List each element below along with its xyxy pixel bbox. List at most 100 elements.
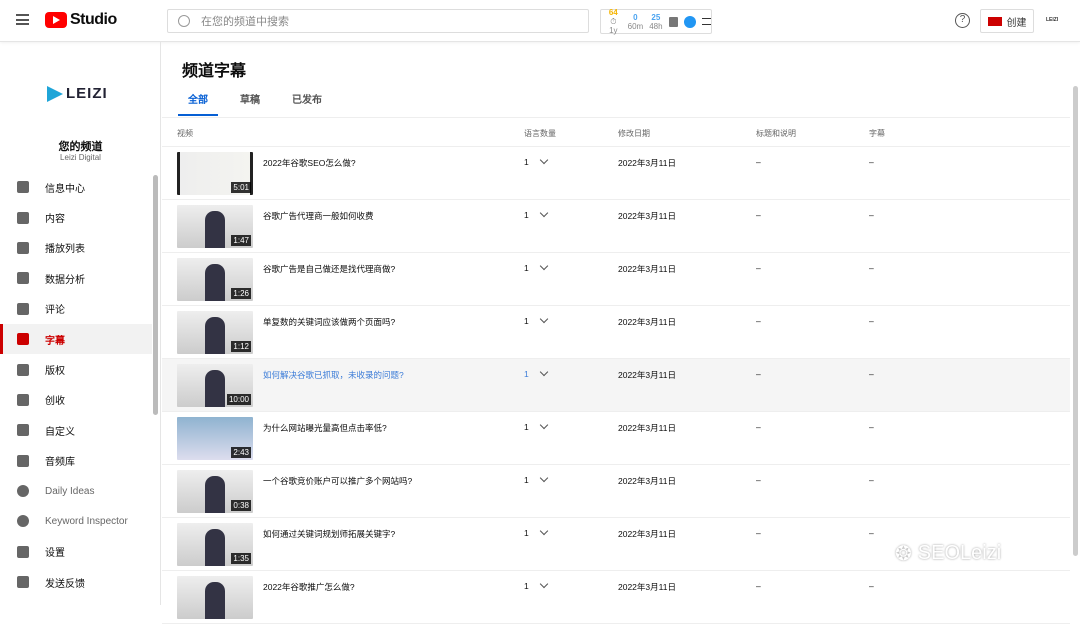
sidebar-item-dashboard[interactable]: 信息中心: [0, 172, 152, 202]
search-input[interactable]: 在您的频道中搜索: [167, 9, 589, 33]
modified-date: 2022年3月11日: [618, 529, 676, 539]
language-count[interactable]: 1: [524, 261, 548, 273]
table-header: 视频 语言数量 修改日期 标题和说明 字幕: [162, 117, 1070, 147]
chevron-down-icon[interactable]: [539, 579, 548, 589]
chevron-down-icon[interactable]: [539, 208, 548, 218]
video-title[interactable]: 如何解决谷歌已抓取，未收录的问题?: [263, 369, 404, 381]
language-count[interactable]: 1: [524, 473, 548, 485]
subtitles-status: –: [869, 263, 874, 273]
duration: 1:35: [231, 553, 251, 564]
stats-widget[interactable]: 64 ⏱ 1y 0 60m 25 48h: [600, 8, 712, 35]
create-button[interactable]: 创建: [980, 9, 1034, 33]
video-title[interactable]: 2022年谷歌推广怎么做?: [263, 581, 355, 593]
settings-icon: [17, 545, 29, 558]
video-thumbnail[interactable]: 0:38: [177, 470, 253, 513]
sidebar-item-feedback[interactable]: 发送反馈: [0, 567, 152, 597]
sidebar-item-copyright[interactable]: 版权: [0, 354, 152, 384]
title-description-status: –: [756, 475, 761, 485]
language-count[interactable]: 1: [524, 208, 548, 220]
language-count[interactable]: 1: [524, 155, 548, 167]
sidebar-scrollbar[interactable]: [153, 175, 158, 415]
youtube-icon: [45, 12, 67, 28]
modified-date: 2022年3月11日: [618, 211, 676, 221]
subtitles-status: –: [869, 369, 874, 379]
tab-2[interactable]: 已发布: [282, 94, 332, 116]
video-thumbnail[interactable]: [177, 576, 253, 619]
language-count[interactable]: 1: [524, 579, 548, 591]
column-header[interactable]: 修改日期: [618, 128, 650, 139]
duration: 1:47: [231, 235, 251, 246]
studio-logo[interactable]: Studio: [45, 11, 117, 29]
tab-0[interactable]: 全部: [178, 94, 218, 116]
sidebar-item-customization[interactable]: 自定义: [0, 415, 152, 445]
chevron-down-icon[interactable]: [539, 473, 548, 483]
title-description-status: –: [756, 581, 761, 591]
table-row[interactable]: 1:12 单复数的关键词应该做两个页面吗? 1 2022年3月11日 – –: [162, 306, 1070, 359]
main-scrollbar[interactable]: [1073, 86, 1078, 556]
table-row[interactable]: 2022年谷歌推广怎么做? 1 2022年3月11日 – –: [162, 571, 1070, 624]
table-row[interactable]: 0:38 一个谷歌竞价账户可以推广多个网站吗? 1 2022年3月11日 – –: [162, 465, 1070, 518]
video-title[interactable]: 谷歌广告是自己做还是找代理商做?: [263, 263, 395, 275]
column-header[interactable]: 语言数量: [524, 128, 556, 139]
video-thumbnail[interactable]: 1:26: [177, 258, 253, 301]
video-thumbnail[interactable]: 1:47: [177, 205, 253, 248]
title-description-status: –: [756, 528, 761, 538]
channel-logo[interactable]: LEIZI: [47, 85, 108, 102]
video-thumbnail[interactable]: 10:00: [177, 364, 253, 407]
language-count[interactable]: 1: [524, 314, 548, 326]
chevron-down-icon[interactable]: [539, 367, 548, 377]
table-row[interactable]: 10:00 如何解决谷歌已抓取，未收录的问题? 1 2022年3月11日 – –: [162, 359, 1070, 412]
table-row[interactable]: 1:26 谷歌广告是自己做还是找代理商做? 1 2022年3月11日 – –: [162, 253, 1070, 306]
video-title[interactable]: 2022年谷歌SEO怎么做?: [263, 157, 356, 169]
subtitles-status: –: [869, 210, 874, 220]
video-title[interactable]: 单复数的关键词应该做两个页面吗?: [263, 316, 395, 328]
sidebar-item-keyword-inspector[interactable]: Keyword Inspector: [0, 506, 152, 536]
tab-1[interactable]: 草稿: [230, 94, 270, 116]
wechat-icon: ❂: [895, 543, 912, 565]
chevron-down-icon[interactable]: [539, 526, 548, 536]
sidebar-item-content[interactable]: 内容: [0, 202, 152, 232]
video-thumbnail[interactable]: 1:12: [177, 311, 253, 354]
language-count[interactable]: 1: [524, 367, 548, 379]
sidebar-item-subtitles[interactable]: 字幕: [0, 323, 152, 355]
help-icon[interactable]: ?: [955, 13, 970, 28]
video-title[interactable]: 谷歌广告代理商一般如何收费: [263, 210, 374, 222]
chart-icon[interactable]: [668, 16, 679, 27]
title-description-status: –: [756, 369, 761, 379]
chevron-down-icon[interactable]: [539, 155, 548, 165]
sidebar-item-daily-ideas[interactable]: Daily Ideas: [0, 476, 152, 506]
video-title[interactable]: 如何通过关键词规划师拓展关键字?: [263, 528, 395, 540]
analytics-icon: [17, 272, 29, 285]
sidebar-item-monetization[interactable]: 创收: [0, 385, 152, 415]
sidebar-item-comments[interactable]: 评论: [0, 294, 152, 324]
video-title[interactable]: 为什么网站曝光量高但点击率低?: [263, 422, 387, 434]
table-row[interactable]: 1:47 谷歌广告代理商一般如何收费 1 2022年3月11日 – –: [162, 200, 1070, 253]
language-count[interactable]: 1: [524, 420, 548, 432]
table-row[interactable]: 2:43 为什么网站曝光量高但点击率低? 1 2022年3月11日 – –: [162, 412, 1070, 465]
chevron-down-icon[interactable]: [539, 314, 548, 324]
avatar[interactable]: LEIZI: [1046, 17, 1058, 23]
video-thumbnail[interactable]: 5:01: [177, 152, 253, 195]
sidebar-item-settings[interactable]: 设置: [0, 537, 152, 567]
column-header[interactable]: 标题和说明: [756, 128, 796, 139]
list-icon[interactable]: [702, 18, 711, 25]
title-description-status: –: [756, 316, 761, 326]
title-description-status: –: [756, 422, 761, 432]
chevron-down-icon[interactable]: [539, 420, 548, 430]
column-header[interactable]: 视频: [177, 128, 193, 139]
column-header[interactable]: 字幕: [869, 128, 885, 139]
menu-icon[interactable]: [16, 14, 29, 25]
extension-icon[interactable]: [684, 15, 697, 28]
title-description-status: –: [756, 263, 761, 273]
chevron-down-icon[interactable]: [539, 261, 548, 271]
video-thumbnail[interactable]: 1:35: [177, 523, 253, 566]
sidebar-item-analytics[interactable]: 数据分析: [0, 263, 152, 293]
video-thumbnail[interactable]: 2:43: [177, 417, 253, 460]
modified-date: 2022年3月11日: [618, 317, 676, 327]
sidebar-item-audio-library[interactable]: 音频库: [0, 446, 152, 476]
sidebar-item-playlists[interactable]: 播放列表: [0, 233, 152, 263]
language-count[interactable]: 1: [524, 526, 548, 538]
video-title[interactable]: 一个谷歌竞价账户可以推广多个网站吗?: [263, 475, 412, 487]
tabs: 全部 草稿 已发布: [178, 94, 344, 116]
table-row[interactable]: 5:01 2022年谷歌SEO怎么做? 1 2022年3月11日 – –: [162, 147, 1070, 200]
